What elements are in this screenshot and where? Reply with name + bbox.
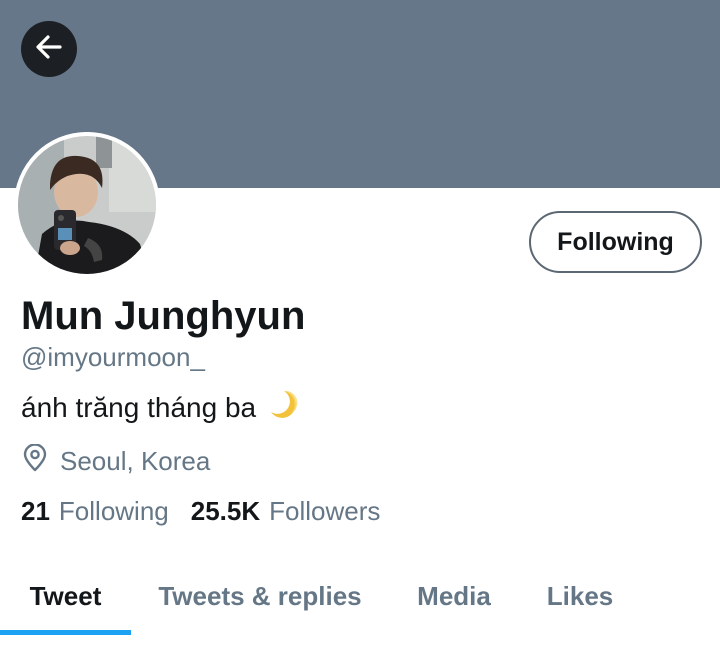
bio-text: ánh trăng tháng ba xyxy=(21,391,257,423)
tab-tweet[interactable]: Tweet xyxy=(0,560,131,632)
following-count: 21 xyxy=(21,496,50,526)
profile-tabs: Tweet Tweets & replies Media Likes xyxy=(0,560,720,636)
avatar[interactable] xyxy=(14,132,160,278)
tab-tweets-replies[interactable]: Tweets & replies xyxy=(146,560,374,632)
arrow-left-icon xyxy=(34,32,64,67)
active-tab-indicator xyxy=(0,630,131,635)
location-text: Seoul, Korea xyxy=(60,446,211,476)
following-button[interactable]: Following xyxy=(529,211,702,273)
profile-page: Following Mun Junghyun @imyourmoon_ ánh … xyxy=(0,0,720,651)
follow-stats: 21 Following 25.5K Followers xyxy=(21,496,380,527)
crescent-moon-icon xyxy=(266,388,298,427)
tab-likes[interactable]: Likes xyxy=(530,560,630,632)
location: Seoul, Korea xyxy=(22,443,211,479)
display-name: Mun Junghyun xyxy=(21,294,306,338)
user-handle: @imyourmoon_ xyxy=(21,342,205,372)
followers-label: Followers xyxy=(269,496,381,526)
bio: ánh trăng tháng ba xyxy=(21,388,298,427)
followers-count-link[interactable]: 25.5K Followers xyxy=(191,496,381,527)
tab-media[interactable]: Media xyxy=(398,560,510,632)
following-count-link[interactable]: 21 Following xyxy=(21,496,169,527)
followers-count: 25.5K xyxy=(190,496,261,526)
map-pin-icon xyxy=(22,443,48,479)
following-label: Following xyxy=(58,496,169,526)
back-button[interactable] xyxy=(21,21,77,77)
